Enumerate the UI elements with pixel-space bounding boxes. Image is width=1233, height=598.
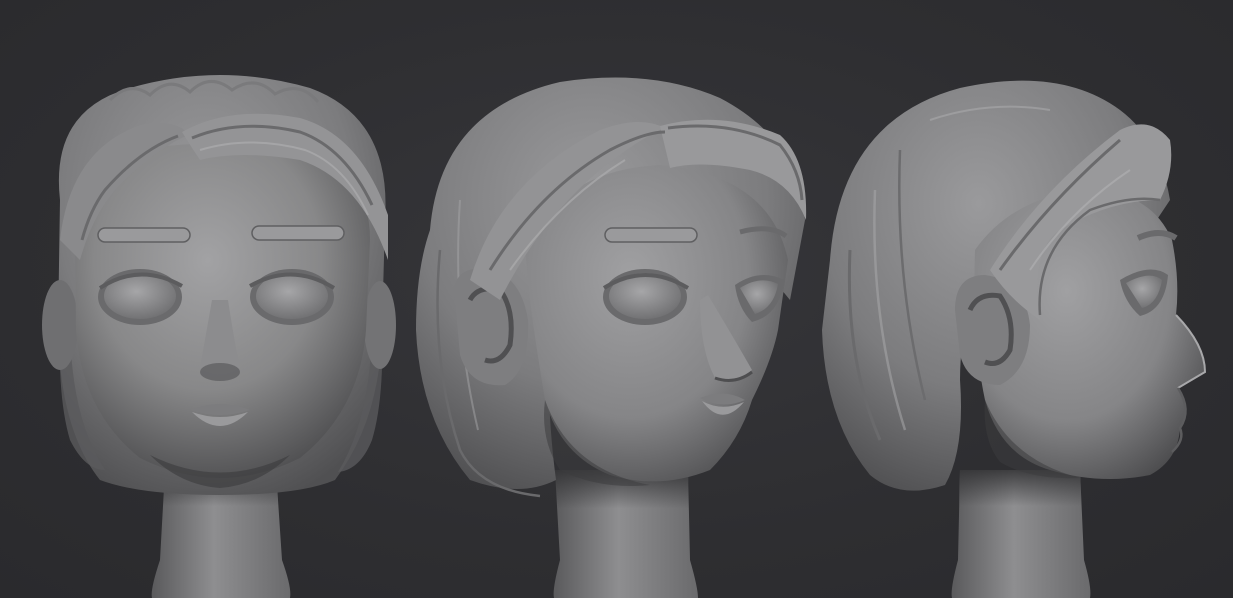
- front-view-head: [42, 75, 396, 598]
- head-sculpts-render: [42, 75, 1207, 598]
- three-quarter-view-head: [416, 77, 807, 598]
- profile-view-head: [822, 80, 1207, 598]
- sculpt-viewport: [0, 0, 1233, 598]
